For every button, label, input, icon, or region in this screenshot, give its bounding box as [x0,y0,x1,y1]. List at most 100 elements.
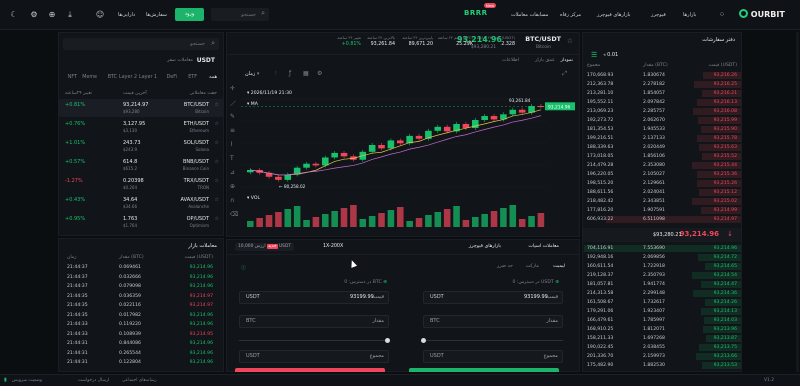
buy-slider-knob[interactable] [421,338,426,343]
buy-total-field[interactable]: مجموع USDT [423,350,563,363]
order-type-limit[interactable]: لیمیت [553,264,565,269]
nav-markets[interactable]: بازارها [683,12,696,18]
tab-spot[interactable]: معاملات اسپات [528,244,559,249]
filter-chip[interactable]: Layer 1 [139,75,157,80]
filter-chip[interactable]: BTC [108,75,117,80]
settings-icon[interactable]: ⚙ [317,70,322,77]
crosshair-icon[interactable]: ✛ [230,85,235,92]
bids-row[interactable]: 175,482.90 1.882530 93,213.53 [583,361,741,370]
asks-row[interactable]: 195,552.11 2.097842 93,216.13 [583,98,741,107]
asks-row[interactable]: 606,933.22 6.511098 93,214.97 [583,215,741,224]
bids-row[interactable]: 704,116.91 7.553690 93,214.96 [583,244,741,253]
market-row[interactable]: +0.95% 1.763 $1.764 OP/USDT Optimism ☆ [59,213,223,231]
filter-chip[interactable]: Meme [82,75,97,80]
sell-button[interactable] [235,368,385,372]
bids-row[interactable]: 192,948.16 2.069856 93,214.72 [583,253,741,262]
market-star-icon[interactable]: ☆ [215,178,219,184]
buy-amount-field[interactable]: مقدار BTC [423,315,563,328]
settings-gear-icon[interactable]: ⚙ [28,9,40,21]
bids-row[interactable]: 219,128.37 2.350793 93,214.54 [583,271,741,280]
asks-row[interactable]: 181,354.53 1.945533 93,215.90 [583,125,741,134]
asks-row[interactable]: 173,018.05 1.856106 93,215.52 [583,152,741,161]
buy-slider[interactable] [421,338,563,343]
sell-slider-knob[interactable] [385,338,390,343]
nav-welfare-center[interactable]: مرکز رفاه [560,12,581,18]
search-box[interactable]: ⌕ جستجو [211,8,269,21]
bids-row[interactable]: 214,313.58 2.299148 93,214.36 [583,289,741,298]
bids-row[interactable]: 181,057.81 1.941774 93,214.47 [583,280,741,289]
sell-amount-field[interactable]: مقدار BTC [239,315,389,328]
market-row[interactable]: +0.57% 614.8 $615.2 BNB/USDT Binance Coin ☆ [59,156,223,174]
fib-icon[interactable]: ≡ [230,127,235,134]
indicators-icon[interactable]: ƒ [289,70,291,77]
logo[interactable]: OURBIT [739,9,785,19]
asks-row[interactable]: 214,479.28 2.353080 93,215.44 [583,161,741,170]
buy-price-field[interactable]: قیمت 93199.99 USDT [423,291,563,304]
filter-chip[interactable]: Layer 2 [119,75,137,80]
status-request[interactable]: ارسال درخواست [78,378,109,383]
tab-depth[interactable]: عمق بازار [535,58,555,63]
text-tool-icon[interactable]: T [230,155,234,162]
ticker-pair[interactable]: BTC/USDT [525,35,561,43]
candles-icon[interactable]: ⫶ [275,70,277,78]
tab-futures-markets[interactable]: بازارهای فیوچرز [469,244,501,249]
trendline-icon[interactable]: ／ [230,99,236,108]
market-row[interactable]: -1.27% 0.20398 $0.204 TRX/USDT TRON ☆ [59,175,223,193]
sell-deposit-icon[interactable]: ⊕ [383,280,387,285]
asks-row[interactable]: 188,339.63 2.020449 93,215.63 [583,143,741,152]
pencil-icon[interactable]: ✎ [230,113,235,120]
download-icon[interactable]: ⤓ [64,9,76,21]
asks-row[interactable]: 196,220.05 2.105027 93,215.36 [583,170,741,179]
layout-icon[interactable]: ▦ [303,70,309,77]
market-row[interactable]: +0.76% 3,127.95 $3,130 ETH/USDT Ethereum ☆ [59,118,223,136]
login-button[interactable]: ورود [175,8,204,21]
tab-info[interactable]: اطلاعات [502,58,519,63]
promo-brrr[interactable]: New BRRR [464,3,497,17]
measure-icon[interactable]: ⊿ [230,169,235,176]
status-social[interactable]: رسانه‌های اجتماعی [122,378,157,383]
theme-moon-icon[interactable]: ☾ [8,9,20,21]
asks-row[interactable]: 213,069.23 2.285757 93,216.08 [583,107,741,116]
filter-chip[interactable]: NFT [68,75,77,80]
asks-row[interactable]: 212,363.78 2.278182 93,216.25 [583,80,741,89]
globe-icon[interactable]: ⊕ [46,9,58,21]
asks-row[interactable]: 218,482.42 2.343851 93,215.02 [583,197,741,206]
bids-row[interactable]: 158,211.33 1.697268 93,213.87 [583,334,741,343]
precision-select[interactable]: ◂ 0.01 [603,52,618,58]
assets-link[interactable]: دارایی‌ها [118,12,135,18]
zoom-icon[interactable]: ⊕ [230,183,235,190]
market-row[interactable]: +1.01% 243.73 $243.9 SOL/USDT Solana ☆ [59,137,223,155]
asks-row[interactable]: 199,216.51 2.137133 93,215.78 [583,134,741,143]
markets-search[interactable]: ⌕ جستجو [63,38,219,50]
market-star-icon[interactable]: ☆ [215,121,219,127]
promo-banner[interactable]: جدید ارزش 10,000 USDT [235,243,295,251]
asks-row[interactable]: 177,816.20 1.907591 93,214.99 [583,206,741,215]
bids-row[interactable]: 179,291.06 1.923407 93,214.13 [583,307,741,316]
buy-button[interactable] [409,368,559,372]
fullscreen-icon[interactable]: ⤢ [562,70,567,78]
market-row[interactable]: +0.81% 93,214.97 $93,280 BTC/USDT Bitcoin ☆ [59,99,223,117]
price-chart[interactable]: 93,214.96 93,261.84 ← 80,258.02 [241,87,579,235]
favorite-star-icon[interactable]: ☆ [567,37,573,45]
nav-futures[interactable]: فیوچرز [651,12,666,18]
bids-row[interactable]: 160,611.54 1.722918 93,214.65 [583,262,741,271]
order-type-market[interactable]: مارکت [526,264,539,269]
trash-icon[interactable]: ⌫ [230,211,238,218]
bids-row[interactable]: 190,022.45 2.038455 93,213.75 [583,343,741,352]
market-row[interactable]: +0.43% 34.64 $34.66 AVAX/USDT Avalanche ☆ [59,194,223,212]
magnet-icon[interactable]: ∩ [230,197,234,204]
bids-row[interactable]: 166,479.61 1.785997 93,214.03 [583,316,741,325]
sell-total-field[interactable]: مجموع USDT [239,350,389,363]
bids-row[interactable]: 201,336.70 2.159973 93,213.66 [583,352,741,361]
sell-slider[interactable] [239,338,390,343]
tab-chart[interactable]: نمودار [561,58,573,63]
asks-row[interactable]: 188,611.56 2.024041 93,215.12 [583,188,741,197]
apps-grid-icon[interactable]: ⁘ [716,9,728,21]
filter-chip[interactable]: ETF [188,75,197,80]
asks-row[interactable]: 192,273.72 2.062670 93,215.99 [583,116,741,125]
asks-row[interactable]: 170,668.93 1.830674 93,216.26 [583,71,741,80]
layout-both-icon[interactable]: ☰ [591,51,597,59]
page-scrollbar[interactable] [796,32,799,372]
buy-deposit-icon[interactable]: ⊕ [555,280,559,285]
market-star-icon[interactable]: ☆ [215,102,219,108]
